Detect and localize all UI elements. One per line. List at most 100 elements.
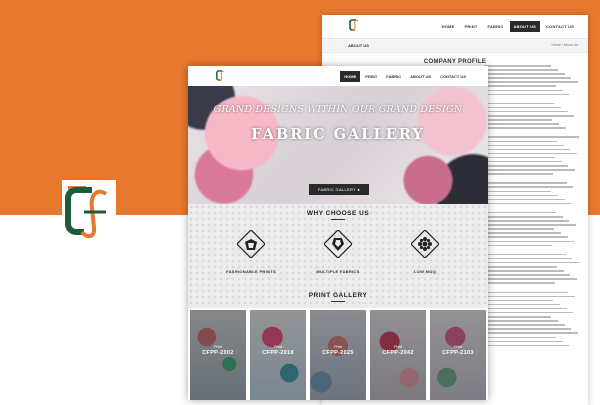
tile-code: CFPP-2042: [382, 350, 414, 356]
site-logo-icon[interactable]: [215, 69, 225, 82]
section-heading: WHY CHOOSE US: [306, 210, 370, 217]
nav-contact-us[interactable]: CONTACT US: [542, 21, 578, 32]
text-line: [484, 182, 567, 184]
tile-prefix: Print: [213, 344, 223, 349]
text-line: [484, 244, 553, 247]
text-line: [484, 127, 566, 129]
hero-tagline: GRAND DESIGNS WITHIN OUR GRAND DESIGN: [213, 104, 463, 115]
text-line: [484, 77, 572, 79]
text-line: [484, 291, 569, 293]
main-nav: HOME PRINT FABRIC ABOUT US CONTACT US: [340, 71, 470, 82]
hero-title: FABRIC GALLERY: [251, 126, 425, 143]
text-line: [484, 220, 570, 222]
text-line: [484, 211, 556, 214]
text-line: [484, 110, 568, 113]
text-line: [484, 295, 576, 298]
nav-about-us[interactable]: ABOUT US: [406, 71, 435, 82]
tile-code: CFPP-2103: [442, 350, 474, 356]
text-line: [484, 216, 563, 218]
header: HOME PRINT FABRIC ABOUT US CONTACT US: [188, 66, 488, 86]
text-line: [484, 240, 575, 243]
text-line: [484, 316, 552, 318]
feature-label: LOW MOQ: [413, 269, 437, 274]
feature-multiple-fabrics: MULTIPLE FABRICS: [303, 229, 373, 274]
text-line: [484, 160, 562, 163]
text-line: [484, 152, 578, 155]
text-line: [484, 266, 557, 268]
text-line: [484, 190, 552, 193]
tile-code: CFPP-2018: [262, 350, 294, 356]
text-line: [484, 123, 559, 125]
home-page-mockup: HOME PRINT FABRIC ABOUT US CONTACT US GR…: [188, 66, 488, 400]
feature-label: MULTIPLE FABRICS: [316, 269, 360, 274]
print-tile[interactable]: Print CFPP-2002: [190, 310, 246, 400]
print-tile[interactable]: Print CFPP-2018: [250, 310, 306, 400]
nav-fabric[interactable]: FABRIC: [483, 21, 507, 32]
text-line: [484, 328, 572, 330]
print-tile[interactable]: Print CFPP-2103: [430, 310, 486, 400]
nav-contact-us[interactable]: CONTACT US: [436, 71, 470, 82]
tile-prefix: Print: [453, 344, 463, 349]
text-line: [484, 89, 563, 92]
text-line: [484, 228, 555, 230]
text-line: [484, 148, 571, 151]
print-tile[interactable]: Print CFPP-2025: [310, 310, 366, 400]
nav-fabric[interactable]: FABRIC: [382, 71, 405, 82]
text-line: [484, 144, 564, 147]
flower-pattern-icon: [410, 229, 440, 259]
tile-code: CFPP-2002: [202, 350, 234, 356]
breadcrumb[interactable]: Home / About Us: [552, 43, 578, 47]
nav-print[interactable]: PRINT: [361, 71, 381, 82]
fabric-gallery-button-label: FABRIC GALLERY: [317, 187, 356, 192]
site-logo-icon[interactable]: [348, 18, 359, 32]
fabric-gallery-button[interactable]: FABRIC GALLERY ●: [309, 184, 369, 195]
text-line: [484, 156, 556, 159]
text-line: [484, 324, 565, 326]
breadcrumb-bar: ABOUT US Home / About Us: [322, 39, 588, 53]
text-line: [484, 173, 554, 175]
text-line: [484, 232, 561, 234]
text-line: [484, 332, 579, 334]
heading-underline: [331, 301, 345, 302]
nav-about-us[interactable]: ABOUT US: [509, 21, 541, 32]
tile-code: CFPP-2025: [322, 350, 354, 356]
text-line: [484, 340, 563, 343]
text-line: [484, 336, 556, 339]
text-line: [484, 65, 552, 67]
nav-print[interactable]: PRINT: [460, 21, 481, 32]
nav-home[interactable]: HOME: [438, 21, 459, 32]
text-line: [484, 202, 572, 205]
text-line: [484, 81, 579, 83]
text-line: [484, 119, 553, 121]
text-line: [484, 253, 566, 256]
text-line: [484, 93, 570, 96]
text-line: [484, 299, 554, 302]
feature-low-moq: LOW MOQ: [390, 229, 460, 274]
text-line: [484, 270, 564, 272]
print-gallery-heading: PRINT GALLERY: [308, 292, 368, 299]
text-line: [484, 115, 575, 117]
text-line: [484, 136, 580, 138]
text-line: [484, 261, 580, 264]
text-line: [484, 311, 574, 314]
text-line: [484, 344, 570, 347]
fabric-roll-icon: [323, 229, 353, 259]
text-line: [484, 282, 556, 284]
print-tile[interactable]: Print CFPP-2042: [370, 310, 426, 400]
text-line: [484, 274, 571, 276]
text-line: [484, 194, 558, 197]
text-line: [484, 140, 557, 142]
nav-home[interactable]: HOME: [340, 71, 361, 82]
main-nav: HOME PRINT FABRIC ABOUT US CONTACT US: [438, 21, 578, 32]
fabric-print-icon: [236, 229, 266, 259]
heading-underline: [331, 219, 345, 220]
text-line: [484, 73, 565, 75]
text-line: [484, 165, 569, 167]
profile-text-block: [484, 65, 580, 349]
tile-prefix: Print: [273, 344, 283, 349]
text-line: [484, 320, 558, 322]
text-line: [484, 307, 567, 310]
text-line: [484, 186, 574, 188]
tile-prefix: Print: [333, 344, 343, 349]
brand-logo: [62, 180, 116, 242]
